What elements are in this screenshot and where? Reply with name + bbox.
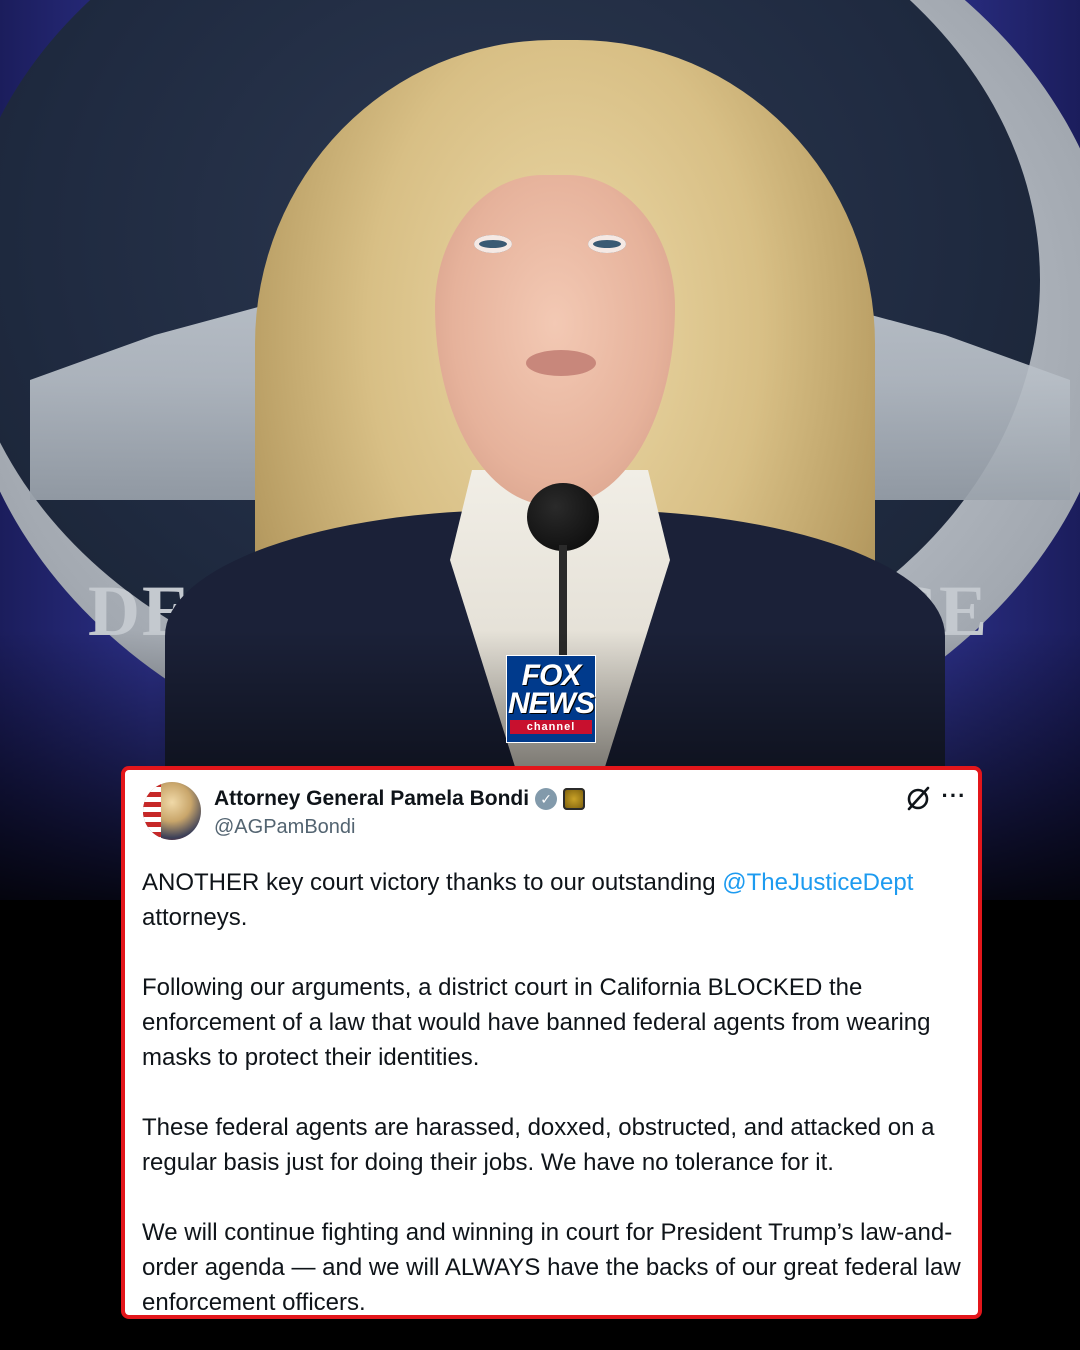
- mention-link[interactable]: @TheJusticeDept: [722, 869, 913, 896]
- tweet-paragraph: These federal agents are harassed, doxxe…: [142, 1114, 935, 1176]
- fox-news-logo: FOX NEWS channel: [506, 655, 596, 743]
- tweet-paragraph: Following our arguments, a district cour…: [142, 974, 931, 1071]
- tweet-paragraph: ANOTHER key court victory thanks to our …: [142, 869, 914, 931]
- tweet-paragraph: We will continue fighting and winning in…: [142, 1219, 961, 1316]
- background-photo: DE CE: [0, 0, 1080, 900]
- flag-icon: [143, 782, 161, 840]
- grok-icon[interactable]: [904, 784, 932, 812]
- tweet-text: ANOTHER key court victory thanks to our …: [142, 865, 972, 1320]
- doj-seal-icon: [563, 788, 586, 810]
- author-row: Attorney General Pamela Bondi ✓: [214, 786, 586, 812]
- author-handle[interactable]: @AGPamBondi: [214, 816, 355, 839]
- author-name[interactable]: Attorney General Pamela Bondi: [214, 787, 529, 811]
- avatar[interactable]: [143, 782, 201, 840]
- more-options-icon[interactable]: ···: [940, 782, 968, 810]
- verified-badge-icon: ✓: [535, 788, 558, 810]
- tweet-card: Attorney General Pamela Bondi ✓ @AGPamBo…: [121, 766, 982, 1319]
